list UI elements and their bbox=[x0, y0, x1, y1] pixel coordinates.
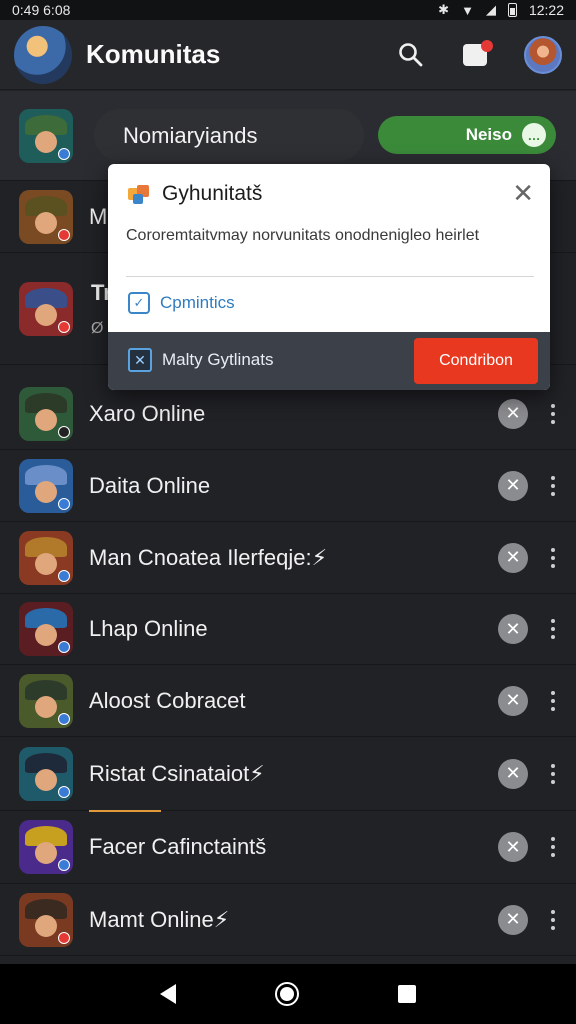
chat-icon: … bbox=[522, 123, 546, 147]
row-label: Man Cnoatea Ilerfeqje:⚡ bbox=[89, 544, 328, 570]
close-icon[interactable]: ✕ bbox=[512, 180, 534, 206]
row-thumbnail bbox=[19, 458, 73, 513]
row-thumbnail bbox=[19, 746, 73, 801]
close-icon[interactable]: ✕ bbox=[498, 685, 528, 716]
close-icon[interactable]: ✕ bbox=[498, 542, 528, 573]
dialog-title: Gyhunitatš bbox=[162, 182, 263, 205]
status-icons: ✱ ▼ ◢ 12:22 bbox=[438, 2, 564, 18]
check-icon: ✓ bbox=[128, 292, 150, 314]
more-vert-icon[interactable] bbox=[550, 690, 556, 711]
dialog-description: Cororemtaitvmay norvunitats onodnenigleo… bbox=[126, 227, 480, 244]
list-item[interactable]: Facer Cafinctaintš ✕ bbox=[0, 811, 576, 884]
community-dialog: Gyhunitatš ✕ Cororemtaitvmay norvunitats… bbox=[108, 164, 550, 390]
puzzle-icon bbox=[126, 182, 152, 206]
list-item[interactable]: Mamt Online⚡ ✕ bbox=[0, 884, 576, 956]
footer-option-label: Malty Gytlinats bbox=[162, 350, 274, 369]
dialog-link[interactable]: ✓ Cpmintics bbox=[128, 292, 235, 314]
list-item[interactable]: Aloost Cobracet ✕ bbox=[0, 665, 576, 737]
close-icon[interactable]: ✕ bbox=[498, 904, 528, 935]
cross-box-icon: ✕ bbox=[128, 348, 152, 372]
row-thumbnail bbox=[19, 673, 73, 728]
row-label: Facer Cafinctaintš bbox=[89, 834, 267, 859]
more-vert-icon[interactable] bbox=[550, 619, 556, 639]
dialog-link-label: Cpmintics bbox=[160, 293, 235, 312]
close-icon[interactable]: ✕ bbox=[498, 470, 528, 501]
more-vert-icon[interactable] bbox=[550, 475, 556, 496]
row-thumbnail bbox=[19, 602, 73, 656]
signal-icon: ◢ bbox=[485, 2, 496, 17]
footer-option[interactable]: ✕ Malty Gytlinats bbox=[128, 348, 273, 372]
row-thumbnail bbox=[19, 281, 73, 336]
row-thumbnail bbox=[19, 530, 73, 585]
dialog-footer: ✕ Malty Gytlinats Condribon bbox=[108, 332, 550, 390]
page-title: Komunitas bbox=[86, 39, 221, 69]
app-actions bbox=[396, 35, 562, 74]
more-vert-icon[interactable] bbox=[550, 403, 556, 424]
close-icon[interactable]: ✕ bbox=[498, 832, 528, 862]
recents-icon[interactable] bbox=[398, 985, 417, 1003]
close-icon[interactable]: ✕ bbox=[498, 398, 528, 429]
row-thumbnail bbox=[19, 386, 73, 441]
row-label: Ristat Csinataiot⚡ bbox=[89, 760, 265, 786]
wifi-icon: ▼ bbox=[461, 2, 474, 18]
more-vert-icon[interactable] bbox=[550, 909, 556, 930]
close-icon[interactable]: ✕ bbox=[498, 614, 528, 644]
list-item[interactable]: Daita Online ✕ bbox=[0, 450, 576, 522]
list-item[interactable]: Man Cnoatea Ilerfeqje:⚡ ✕ bbox=[0, 522, 576, 594]
home-icon[interactable] bbox=[274, 982, 299, 1006]
dialog-divider bbox=[126, 276, 534, 277]
status-time-left: 0:49 6:08 bbox=[12, 2, 71, 18]
more-vert-icon[interactable] bbox=[550, 837, 556, 857]
confirm-button[interactable]: Condribon bbox=[414, 338, 538, 384]
featured-label: Nomiaryiands bbox=[123, 123, 258, 148]
avatar[interactable] bbox=[524, 35, 562, 74]
system-nav-bar bbox=[0, 964, 576, 1024]
featured-thumbnail bbox=[19, 108, 73, 163]
bluetooth-icon: ✱ bbox=[438, 2, 450, 17]
status-time-right: 12:22 bbox=[528, 2, 564, 18]
more-vert-icon[interactable] bbox=[550, 763, 556, 784]
close-icon[interactable]: ✕ bbox=[498, 758, 528, 789]
more-vert-icon[interactable] bbox=[550, 547, 556, 568]
row-thumbnail bbox=[19, 189, 73, 244]
app-logo bbox=[14, 25, 72, 84]
battery-icon bbox=[507, 3, 517, 17]
dialog-header: Gyhunitatš bbox=[126, 182, 262, 206]
status-bar: 0:49 6:08 ✱ ▼ ◢ 12:22 bbox=[0, 0, 576, 20]
list-item[interactable]: Lhap Online ✕ bbox=[0, 594, 576, 665]
row-label: Aloost Cobracet bbox=[89, 687, 246, 713]
join-button-label: Neiso bbox=[465, 125, 512, 144]
row-label: M bbox=[89, 203, 108, 229]
row-thumbnail bbox=[19, 820, 73, 874]
row-label: Mamt Online⚡ bbox=[89, 906, 230, 932]
search-icon[interactable] bbox=[396, 40, 426, 70]
section-divider bbox=[89, 810, 161, 812]
back-icon[interactable] bbox=[159, 984, 176, 1004]
row-label: Lhap Online bbox=[89, 616, 208, 641]
app-bar: Komunitas bbox=[0, 20, 576, 90]
notification-icon[interactable] bbox=[460, 39, 493, 70]
row-label: Daita Online bbox=[89, 472, 211, 498]
row-thumbnail bbox=[19, 892, 73, 947]
row-label: Xaro Online bbox=[89, 400, 206, 426]
notification-badge bbox=[481, 39, 493, 52]
list-item[interactable]: Ristat Csinataiot⚡ ✕ bbox=[0, 737, 576, 811]
join-button[interactable]: Neiso … bbox=[378, 116, 556, 154]
